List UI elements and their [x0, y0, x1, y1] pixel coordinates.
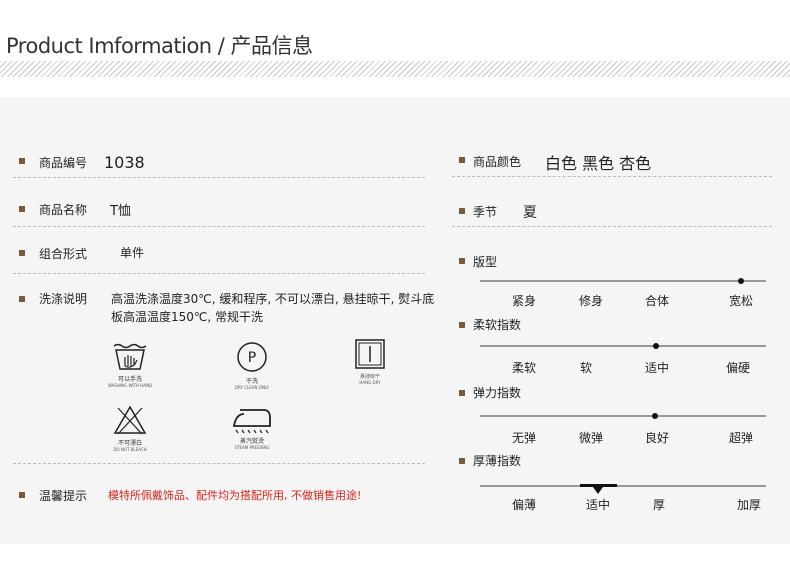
divider — [13, 226, 425, 227]
care-hang-dry: 悬挂晾干 HANG DRY — [345, 338, 395, 386]
dry-clean-icon: P — [237, 342, 267, 372]
page-title: Product Imformation / 产品信息 — [6, 34, 313, 58]
hang-dry-icon — [355, 339, 385, 369]
divider — [13, 463, 425, 464]
wash-instructions: 高温洗涤温度30℃, 缓和程序, 不可以漂白, 悬挂晾干, 熨斗底板高温温度15… — [111, 292, 435, 324]
name-label: 商品名称 — [39, 203, 88, 217]
tip-text: 模特所佩戴饰品、配件均为搭配所用, 不做销售用途! — [108, 489, 362, 502]
elasticity-option: 无弹 — [511, 431, 537, 445]
care-en-label: DO NOT BLEACH — [113, 447, 147, 452]
bullet-icon — [19, 296, 25, 302]
care-en-label: HANG DRY — [359, 380, 381, 385]
care-cn-label: 可以手洗 — [117, 376, 142, 383]
care-cn-label: 蒸汽熨烫 — [239, 438, 264, 445]
bullet-icon — [459, 322, 465, 328]
bullet-icon — [19, 158, 25, 164]
steam-iron-icon — [232, 409, 271, 434]
code-label: 商品编号 — [39, 156, 88, 170]
fit-option: 合体 — [644, 294, 670, 308]
care-cn-label: 干洗 — [245, 378, 258, 385]
thickness-scale-track — [480, 485, 766, 487]
fit-option: 修身 — [578, 294, 604, 308]
fit-option: 紧身 — [511, 294, 537, 308]
care-dry-clean: P 干洗 DRY CLEAN ONLY — [222, 340, 282, 391]
divider — [13, 177, 425, 178]
wash-label: 洗涤说明 — [39, 292, 88, 306]
code-value: 1038 — [104, 153, 145, 172]
fit-scale-track — [480, 280, 766, 282]
care-hand-wash: 可以手洗 WASHING WITH HAND — [100, 340, 160, 389]
fit-option: 宽松 — [728, 294, 754, 308]
care-en-label: STEAM PRESSING — [234, 445, 270, 450]
fit-scale-marker — [738, 278, 744, 284]
softness-option: 偏硬 — [725, 361, 751, 375]
season-value: 夏 — [523, 205, 537, 221]
thickness-option: 适中 — [585, 498, 611, 512]
care-en-label: WASHING WITH HAND — [107, 383, 153, 388]
softness-scale-marker — [653, 343, 659, 349]
thickness-scale-marker — [593, 487, 603, 494]
bullet-icon — [19, 492, 25, 498]
thickness-option: 偏薄 — [511, 498, 537, 512]
color-label: 商品颜色 — [473, 155, 522, 169]
name-value: T恤 — [110, 204, 131, 219]
elasticity-scale-track — [480, 415, 766, 417]
hand-wash-icon — [113, 343, 147, 370]
header-hatch-divider — [0, 61, 790, 77]
season-label: 季节 — [473, 205, 498, 219]
softness-option: 柔软 — [511, 361, 537, 375]
style-value: 单件 — [120, 246, 145, 260]
thickness-option: 加厚 — [736, 498, 762, 512]
tip-label: 温馨提示 — [39, 489, 88, 503]
bullet-icon — [459, 390, 465, 396]
bullet-icon — [459, 208, 465, 214]
fit-label: 版型 — [473, 255, 498, 269]
page-header: Product Imformation / 产品信息 — [0, 0, 790, 97]
elasticity-scale-marker — [652, 413, 658, 419]
thickness-label: 厚薄指数 — [473, 454, 522, 468]
elasticity-option: 良好 — [644, 431, 670, 445]
divider — [452, 176, 772, 177]
elasticity-option: 微弹 — [578, 431, 604, 445]
no-bleach-icon — [113, 405, 147, 435]
divider — [13, 273, 425, 274]
care-en-label: DRY CLEAN ONLY — [234, 385, 270, 390]
softness-scale-track — [480, 345, 766, 347]
softness-label: 柔软指数 — [473, 318, 522, 332]
bullet-icon — [459, 258, 465, 264]
divider — [452, 226, 772, 227]
softness-option: 适中 — [644, 361, 670, 375]
thickness-option: 厚 — [652, 498, 666, 512]
bullet-icon — [19, 206, 25, 212]
elasticity-option: 超弹 — [728, 431, 754, 445]
care-steam-iron: 蒸汽熨烫 STEAM PRESSING — [222, 406, 282, 451]
care-cn-label: 不可漂白 — [117, 440, 142, 447]
bullet-icon — [459, 157, 465, 163]
bullet-icon — [19, 250, 25, 256]
style-label: 组合形式 — [39, 247, 88, 261]
bullet-icon — [459, 458, 465, 464]
dry-clean-letter: P — [248, 350, 256, 366]
color-value: 白色 黑色 杏色 — [545, 154, 652, 173]
care-no-bleach: 不可漂白 DO NOT BLEACH — [100, 404, 160, 453]
softness-option: 软 — [579, 361, 593, 375]
elasticity-label: 弹力指数 — [473, 386, 522, 400]
